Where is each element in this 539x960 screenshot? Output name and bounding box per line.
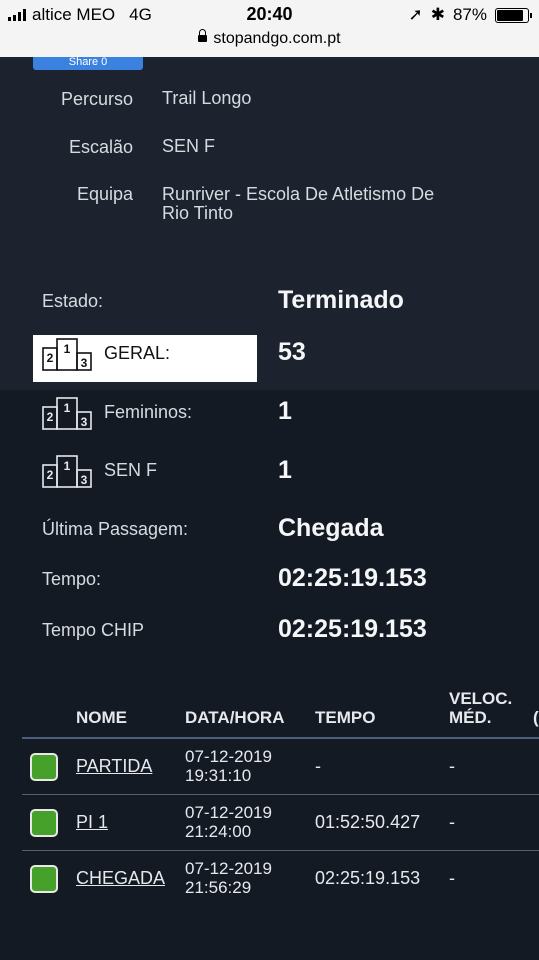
percurso-label: Percurso — [60, 89, 133, 109]
podium-digit-second: 2 — [47, 351, 54, 365]
podium-icon: 1 2 3 — [42, 338, 92, 371]
geral-value: 53 — [278, 338, 306, 366]
podium-digit-first: 1 — [64, 401, 71, 415]
header-tempo[interactable]: TEMPO — [315, 708, 375, 728]
ios-status-bar: altice MEO 4G 20:40 ➚ ✱ 87% stopandgo.co… — [0, 0, 539, 57]
podium-digit-third: 3 — [81, 415, 88, 429]
header-velocidade-line1: VELOC. — [449, 689, 513, 708]
ultima-passagem-value: Chegada — [278, 514, 384, 542]
checkpoint-hour: 21:24:00 — [185, 822, 252, 841]
checkpoint-time: 02:25:19.153 — [315, 868, 421, 888]
femininos-value: 1 — [278, 397, 292, 425]
podium-digit-third: 3 — [81, 356, 88, 370]
header-velocidade-line2: MÉD. — [449, 708, 492, 727]
escalao-value: SEN F — [162, 136, 216, 156]
checkpoint-date: 07-12-2019 — [185, 803, 272, 822]
checkpoint-hour: 19:31:10 — [185, 766, 252, 785]
podium-digit-second: 2 — [47, 410, 54, 424]
header-data-hora[interactable]: DATA/HORA — [185, 708, 284, 728]
checkpoint-link[interactable]: CHEGADA — [76, 868, 165, 889]
tempo-chip-label: Tempo CHIP — [42, 620, 145, 640]
podium-digit-third: 3 — [81, 473, 88, 487]
estado-label: Estado: — [42, 291, 104, 311]
equipa-label: Equipa — [76, 184, 133, 204]
checkpoint-speed: - — [449, 756, 455, 776]
checkpoint-date: 07-12-2019 — [185, 859, 272, 878]
row-divider — [22, 850, 539, 851]
estado-value: Terminado — [278, 286, 404, 314]
battery-percent: 87% — [452, 5, 487, 24]
femininos-label: Femininos: — [104, 402, 193, 422]
row-divider — [22, 794, 539, 795]
podium-digit-second: 2 — [47, 468, 54, 482]
lock-icon — [198, 29, 208, 42]
header-divider — [22, 737, 539, 739]
podium-digit-first: 1 — [64, 342, 71, 356]
status-check-icon — [30, 865, 58, 893]
senf-value: 1 — [278, 456, 292, 484]
escalao-label: Escalão — [68, 137, 133, 157]
bluetooth-icon: ✱ — [430, 5, 445, 24]
checkpoint-time: - — [315, 756, 321, 776]
tempo-chip-value: 02:25:19.153 — [278, 615, 427, 643]
podium-icon: 1 2 3 — [42, 455, 92, 488]
checkpoint-hour: 21:56:29 — [185, 878, 252, 897]
header-velocidade[interactable]: VELOC. MÉD. — [449, 689, 512, 727]
geral-label: GERAL: — [104, 343, 171, 363]
status-check-icon — [30, 753, 58, 781]
share-label: Share 0 — [68, 57, 108, 68]
checkpoint-speed: - — [449, 812, 455, 832]
podium-icon: 1 2 3 — [42, 397, 92, 430]
ultima-passagem-label: Última Passagem: — [42, 519, 189, 539]
tempo-value: 02:25:19.153 — [278, 564, 427, 592]
equipa-value-line2: Rio Tinto — [162, 203, 234, 223]
status-check-icon — [30, 809, 58, 837]
header-cut-off: ( — [533, 708, 539, 727]
tempo-label: Tempo: — [42, 569, 102, 589]
battery-icon — [495, 7, 532, 23]
checkpoint-time: 01:52:50.427 — [315, 812, 421, 832]
senf-label: SEN F — [104, 460, 158, 480]
status-icons: ➚ ✱ 87% — [408, 5, 532, 25]
checkpoint-date: 07-12-2019 — [185, 747, 272, 766]
address-bar[interactable]: stopandgo.com.pt — [0, 29, 539, 48]
podium-digit-first: 1 — [64, 459, 71, 473]
equipa-value: Runriver - Escola De Atletismo De Rio Ti… — [162, 185, 492, 223]
checkpoint-datetime: 07-12-2019 21:56:29 — [185, 859, 272, 897]
url-text: stopandgo.com.pt — [213, 30, 341, 47]
equipa-value-line1: Runriver - Escola De Atletismo De — [162, 184, 435, 204]
facebook-share-button[interactable]: Share 0 — [33, 57, 143, 70]
header-nome[interactable]: NOME — [76, 708, 127, 728]
checkpoint-datetime: 07-12-2019 21:24:00 — [185, 803, 272, 841]
percurso-value: Trail Longo — [162, 88, 252, 108]
checkpoint-link[interactable]: PI 1 — [76, 812, 108, 833]
location-arrow-icon: ➚ — [408, 5, 423, 24]
checkpoint-link[interactable]: PARTIDA — [76, 756, 152, 777]
checkpoint-speed: - — [449, 868, 455, 888]
checkpoint-datetime: 07-12-2019 19:31:10 — [185, 747, 272, 785]
